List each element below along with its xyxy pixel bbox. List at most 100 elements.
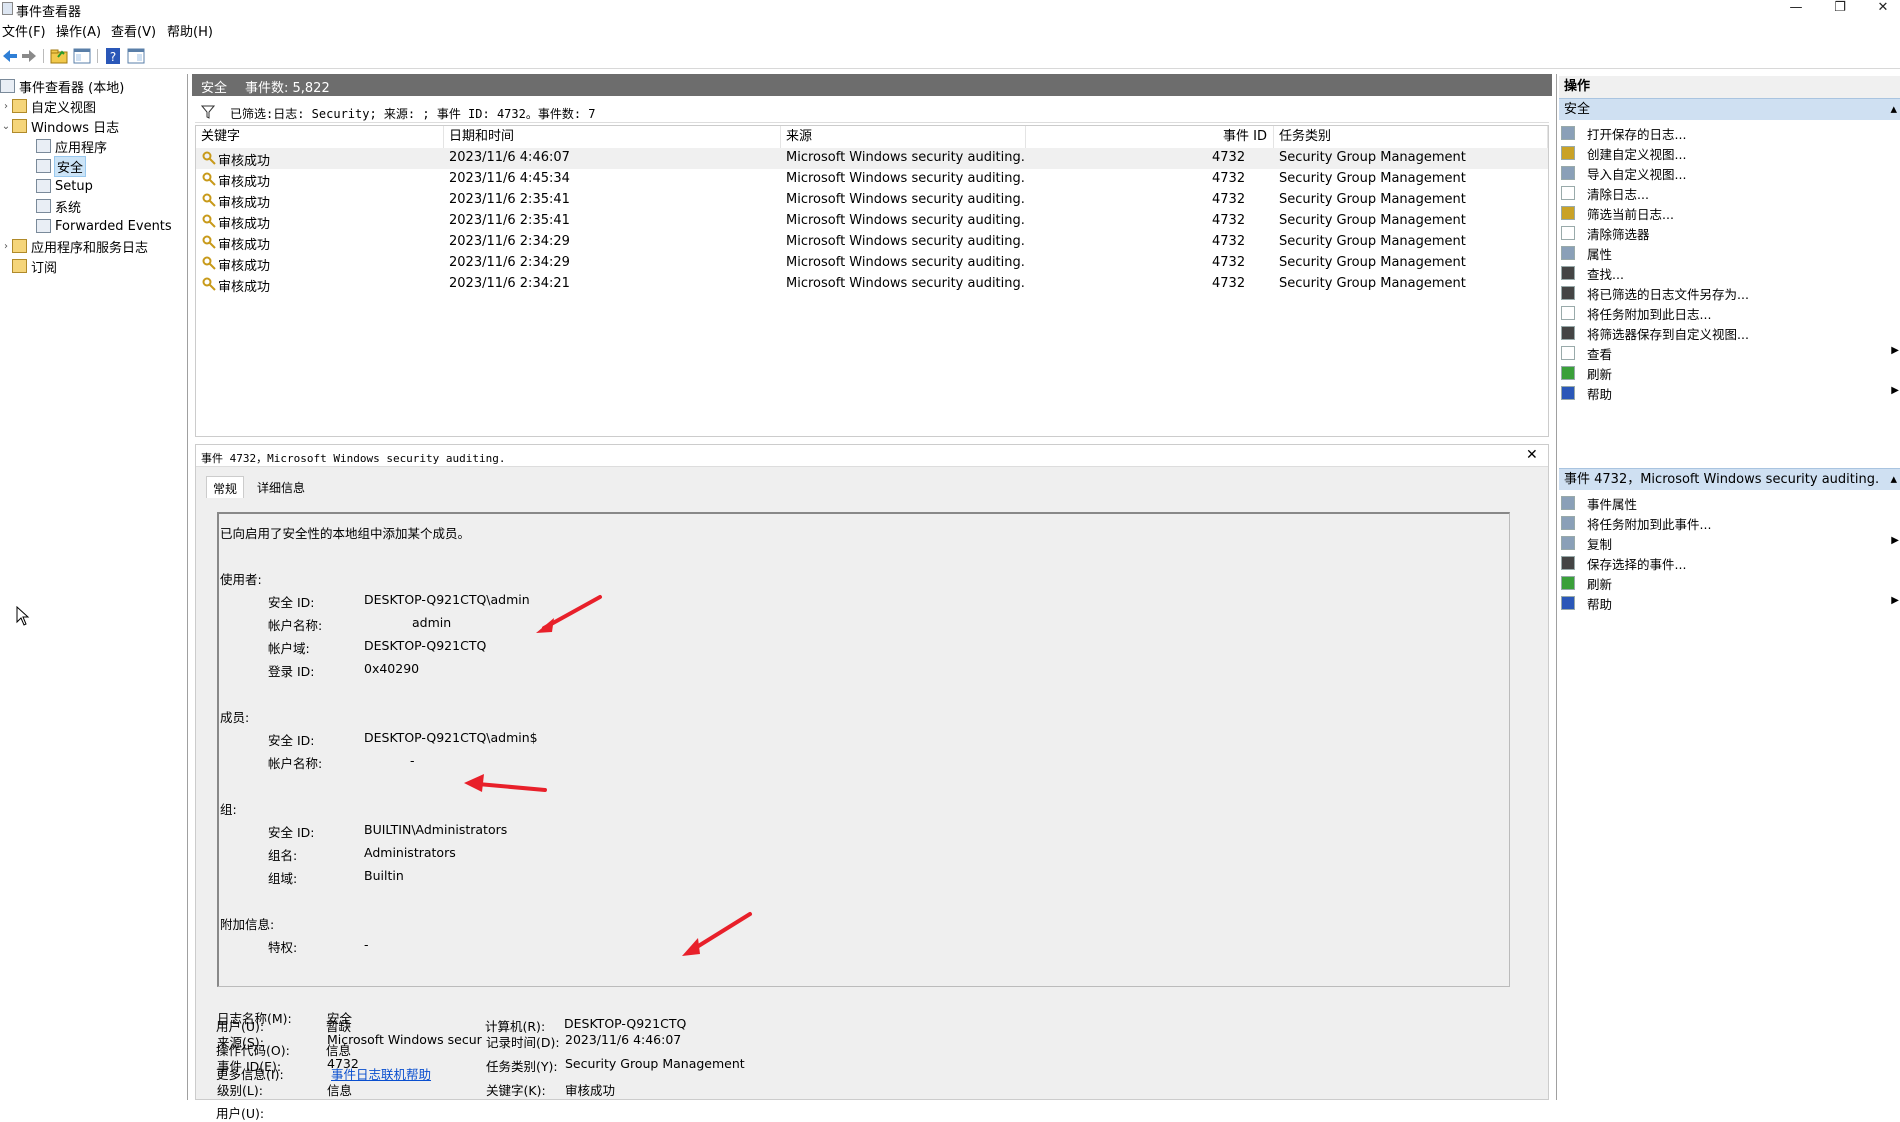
action-item[interactable]: 事件属性 (1561, 493, 1897, 513)
message-intro: 已向启用了安全性的本地组中添加某个成员。 (220, 526, 471, 541)
column-header-keyword[interactable]: 关键字 (196, 126, 444, 148)
event-row[interactable]: 审核成功 2023/11/6 2:34:21 Microsoft Windows s… (196, 274, 1548, 295)
close-detail-icon[interactable]: ✕ (1526, 447, 1538, 463)
action-item[interactable]: 打开保存的日志... (1561, 123, 1897, 143)
member-label: 成员: (220, 710, 250, 725)
log-icon (36, 179, 51, 193)
action-item[interactable]: 属性 (1561, 243, 1897, 263)
action-item[interactable]: 筛选当前日志... (1561, 203, 1897, 223)
action-item-label: 创建自定义视图... (1587, 146, 1687, 162)
field-key: 安全 ID: (268, 595, 315, 610)
action-item[interactable]: 保存选择的事件... (1561, 553, 1897, 573)
action-item[interactable]: 将任务附加到此事件... (1561, 513, 1897, 533)
tree-log-forwarded-events[interactable]: Forwarded Events (36, 216, 172, 236)
column-header-datetime[interactable]: 日期和时间 (444, 126, 781, 148)
audit-key-icon (202, 172, 216, 186)
action-item[interactable]: 查看 ▶ (1561, 343, 1899, 363)
event-id: 4732 (1212, 213, 1246, 228)
toolbar-separator (43, 49, 44, 63)
event-datetime: 2023/11/6 2:35:41 (449, 213, 570, 228)
event-row[interactable]: 审核成功 2023/11/6 2:34:29 Microsoft Windows s… (196, 232, 1548, 253)
close-window-button[interactable]: ✕ (1863, 0, 1900, 18)
action-item[interactable]: 帮助 ▶ (1561, 383, 1899, 403)
filter-text: 已筛选:日志: Security; 来源: ; 事件 ID: 4732。事件数:… (230, 107, 596, 121)
actions-section-log[interactable]: 安全 ▴ (1559, 98, 1900, 120)
column-header-task-category[interactable]: 任务类别 (1274, 126, 1548, 148)
expand-chevron-icon[interactable]: › (0, 101, 12, 112)
refresh-icon (1561, 366, 1575, 380)
show-hide-console-tree-icon[interactable] (73, 47, 91, 65)
action-item[interactable]: 将筛选器保存到自定义视图... (1561, 323, 1897, 343)
column-header-event-id[interactable]: 事件 ID (1026, 126, 1274, 148)
action-item[interactable]: 清除筛选器 (1561, 223, 1897, 243)
back-icon[interactable] (1, 47, 19, 65)
tree-log-label: Setup (55, 178, 93, 194)
action-item[interactable]: 帮助 ▶ (1561, 593, 1899, 613)
annotation-arrow (464, 774, 547, 792)
event-row[interactable]: 审核成功 2023/11/6 2:35:41 Microsoft Windows s… (196, 211, 1548, 232)
field-value: DESKTOP-Q921CTQ\admin$ (364, 730, 538, 745)
online-help-link[interactable]: 事件日志联机帮助 (331, 1064, 431, 1083)
show-hide-action-pane-icon[interactable] (127, 47, 145, 65)
event-row[interactable]: 审核成功 2023/11/6 4:45:34 Microsoft Windows s… (196, 169, 1548, 190)
actions-section-event[interactable]: 事件 4732，Microsoft Windows security audit… (1559, 468, 1900, 490)
action-item-label: 复制 (1587, 536, 1613, 552)
tree-subscriptions-label: 订阅 (31, 260, 58, 276)
tree-root[interactable]: 事件查看器 (本地) (0, 76, 124, 96)
clear-filter-icon (1561, 226, 1575, 240)
mouse-cursor-icon (16, 606, 30, 626)
collapse-chevron-icon[interactable]: ⌄ (0, 121, 12, 132)
event-viewer-icon (0, 79, 15, 93)
tree-log-setup[interactable]: Setup (36, 176, 93, 196)
opcode-value: 信息 (326, 1043, 352, 1058)
action-item[interactable]: 查找... (1561, 263, 1897, 283)
help-icon[interactable]: ? (104, 47, 122, 65)
column-header-source[interactable]: 来源 (781, 126, 1026, 148)
tab-details[interactable]: 详细信息 (251, 476, 311, 498)
opcode-label: 操作代码(O): (216, 1043, 290, 1058)
menu-action[interactable]: 操作(A) (56, 21, 101, 40)
filter-icon (1561, 206, 1575, 220)
action-item[interactable]: 清除日志... (1561, 183, 1897, 203)
user-value: 暂缺 (326, 1019, 352, 1034)
action-item[interactable]: 创建自定义视图... (1561, 143, 1897, 163)
tree-subscriptions[interactable]: 订阅 (0, 256, 57, 276)
tree-custom-views[interactable]: › 自定义视图 (0, 96, 96, 116)
tree-log-application[interactable]: 应用程序 (36, 136, 107, 156)
restore-button[interactable]: ❐ (1820, 0, 1860, 18)
action-item[interactable]: 将任务附加到此日志... (1561, 303, 1897, 323)
event-task-category: Security Group Management (1279, 234, 1466, 249)
menu-view[interactable]: 查看(V) (111, 21, 156, 40)
submenu-arrow-icon: ▶ (1891, 535, 1899, 546)
tree-app-services-logs[interactable]: › 应用程序和服务日志 (0, 236, 148, 256)
expand-chevron-icon[interactable]: › (0, 241, 12, 252)
action-item[interactable]: 刷新 (1561, 573, 1897, 593)
event-message-box[interactable]: 已向启用了安全性的本地组中添加某个成员。 使用者: 安全 ID: DESKTOP… (217, 512, 1510, 987)
field-value: Administrators (364, 845, 456, 860)
action-item[interactable]: 刷新 (1561, 363, 1897, 383)
tree-log-security[interactable]: 安全 (36, 155, 87, 177)
create-view-icon (1561, 146, 1575, 160)
event-detail-pane: 事件 4732，Microsoft Windows security audit… (195, 444, 1549, 1100)
action-item[interactable]: 导入自定义视图... (1561, 163, 1897, 183)
action-item[interactable]: 复制 ▶ (1561, 533, 1899, 553)
forward-icon[interactable] (20, 47, 38, 65)
event-datetime: 2023/11/6 2:34:21 (449, 276, 570, 291)
minimize-button[interactable]: — (1776, 0, 1816, 18)
tab-general[interactable]: 常规 (206, 476, 245, 498)
attach-task-icon (1561, 516, 1575, 530)
event-row[interactable]: 审核成功 2023/11/6 4:46:07 Microsoft Windows s… (196, 148, 1548, 169)
menu-help[interactable]: 帮助(H) (167, 21, 213, 40)
menu-file[interactable]: 文件(F) (2, 21, 46, 40)
action-item[interactable]: 将已筛选的日志文件另存为... (1561, 283, 1897, 303)
tree-log-system[interactable]: 系统 (36, 196, 81, 216)
collapse-up-icon[interactable]: ▴ (1890, 99, 1897, 121)
tree-windows-logs[interactable]: ⌄ Windows 日志 (0, 116, 119, 136)
open-folder-icon[interactable] (50, 47, 68, 65)
event-row[interactable]: 审核成功 2023/11/6 2:35:41 Microsoft Windows s… (196, 190, 1548, 211)
help-icon (1561, 596, 1575, 610)
view-icon (1561, 346, 1575, 360)
collapse-up-icon[interactable]: ▴ (1890, 469, 1897, 491)
attach-task-icon (1561, 306, 1575, 320)
event-row[interactable]: 审核成功 2023/11/6 2:34:29 Microsoft Windows s… (196, 253, 1548, 274)
